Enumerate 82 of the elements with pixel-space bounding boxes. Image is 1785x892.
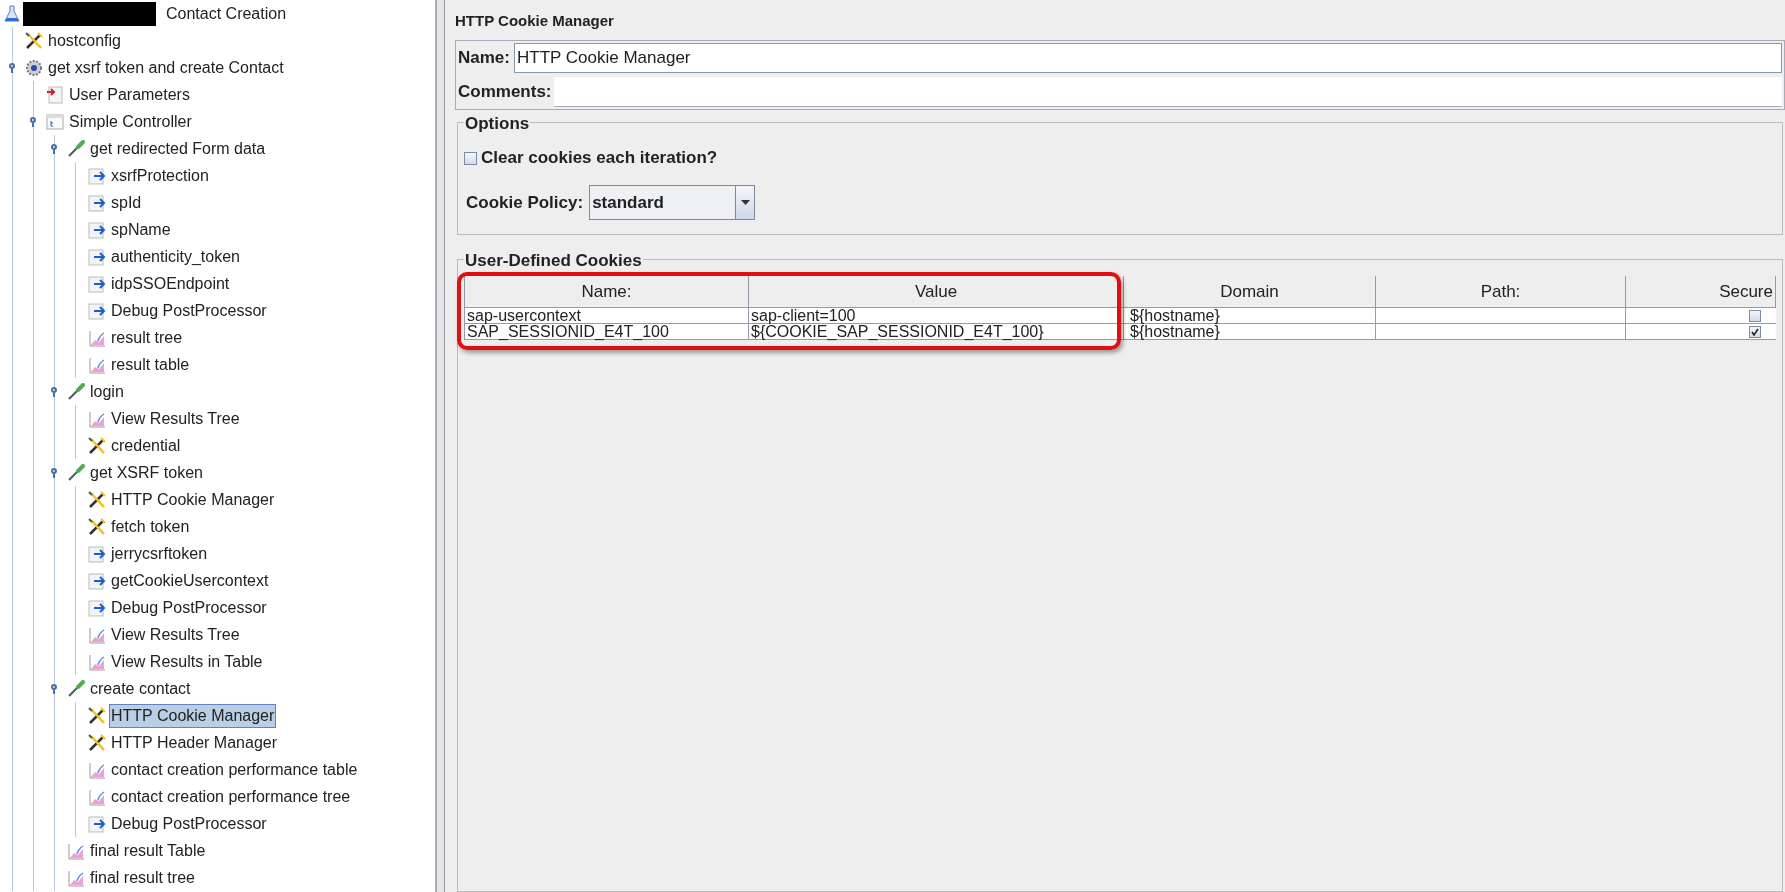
tree-item[interactable]: final result Table <box>88 838 208 863</box>
checkbox[interactable] <box>1749 309 1761 322</box>
tree-item[interactable]: fetch token <box>109 514 192 539</box>
tree-item[interactable]: spName <box>109 217 173 242</box>
tools-icon <box>88 706 106 725</box>
chart-icon <box>88 787 106 806</box>
table-cell: SAP_SESSIONID_E4T_100 <box>465 324 749 339</box>
checkbox[interactable] <box>464 151 477 165</box>
panel-title: HTTP Cookie Manager <box>455 11 615 31</box>
tree-item[interactable]: login <box>88 379 126 404</box>
tree-item[interactable]: result table <box>109 352 192 377</box>
tree-item[interactable]: credential <box>109 433 183 458</box>
tree-item[interactable]: authenticity_token <box>109 244 242 269</box>
tools-icon <box>88 436 106 455</box>
dropper-icon <box>67 382 85 401</box>
column-header[interactable]: Secure <box>1626 276 1776 307</box>
tree-item[interactable]: get XSRF token <box>88 460 205 485</box>
tree-item[interactable]: Contact Creation <box>164 1 289 26</box>
chart-icon <box>88 652 106 671</box>
tree-item[interactable]: View Results Tree <box>109 406 242 431</box>
chart-icon <box>88 355 106 374</box>
tree-item[interactable]: View Results in Table <box>109 649 265 674</box>
tree-item[interactable]: Simple Controller <box>67 109 194 134</box>
chart-icon <box>67 868 85 887</box>
expand-handle-icon[interactable] <box>50 468 58 478</box>
checkbox-label: Clear cookies each iteration? <box>481 147 718 170</box>
name-label: Name: <box>458 47 510 70</box>
caret-icon <box>740 200 750 205</box>
expand-handle-icon[interactable] <box>50 684 58 694</box>
tree-item[interactable]: get redirected Form data <box>88 136 268 161</box>
checkbox[interactable] <box>1749 325 1761 338</box>
table-cell: ${COOKIE_SAP_SESSIONID_E4T_100} <box>749 324 1124 339</box>
tree-item[interactable]: Debug PostProcessor <box>109 811 269 836</box>
tree-item[interactable]: getCookieUsercontext <box>109 568 271 593</box>
expand-handle-icon[interactable] <box>50 387 58 397</box>
tree-item[interactable]: contact creation performance tree <box>109 784 353 809</box>
tree-item[interactable]: spId <box>109 190 144 215</box>
column-header[interactable]: Domain <box>1124 276 1376 307</box>
dropper-icon <box>67 679 85 698</box>
expand-handle-icon[interactable] <box>29 117 37 127</box>
tree-item[interactable]: contact creation performance table <box>109 757 360 782</box>
chart-icon <box>88 760 106 779</box>
cookie-policy-label: Cookie Policy: <box>466 191 584 214</box>
tree-item[interactable]: idpSSOEndpoint <box>109 271 232 296</box>
tools-icon <box>25 31 43 50</box>
tree-item[interactable]: get xsrf token and create Contact <box>46 55 286 80</box>
column-header[interactable]: Name: <box>465 276 749 307</box>
cookie-policy-dropdown[interactable]: standard <box>589 185 756 220</box>
chart-icon <box>88 409 106 428</box>
expand-handle-icon[interactable] <box>50 144 58 154</box>
tree-item[interactable]: xsrfProtection <box>109 163 211 188</box>
tree-item[interactable]: jerrycsrftoken <box>109 541 210 566</box>
expand-handle-icon[interactable] <box>8 63 16 73</box>
comments-field[interactable] <box>553 77 1782 107</box>
tools-icon <box>88 733 106 752</box>
tools-icon <box>88 490 106 509</box>
column-header[interactable]: Value <box>749 276 1124 307</box>
dropper-icon <box>67 463 85 482</box>
tree-item[interactable]: Debug PostProcessor <box>109 595 269 620</box>
chart-icon <box>88 328 106 347</box>
tree-item[interactable]: HTTP Cookie Manager <box>109 703 277 728</box>
tree-item[interactable]: hostconfig <box>46 28 123 53</box>
tree-item[interactable]: final result tree <box>88 865 197 890</box>
flask-icon <box>4 4 20 23</box>
table-cell: ${hostname} <box>1124 324 1376 339</box>
tree-item[interactable]: View Results Tree <box>109 622 242 647</box>
chart-icon <box>67 841 85 860</box>
tools-icon <box>88 517 106 536</box>
chart-icon <box>88 625 106 644</box>
tree-item[interactable]: User Parameters <box>67 82 192 107</box>
window-icon <box>46 112 64 131</box>
tree-item[interactable]: result tree <box>109 325 185 350</box>
tree-item[interactable]: HTTP Cookie Manager <box>109 487 277 512</box>
tree-item[interactable]: Debug PostProcessor <box>109 298 269 323</box>
column-header[interactable]: Path: <box>1376 276 1626 307</box>
tree-item[interactable]: create contact <box>88 676 193 701</box>
tree-item[interactable]: HTTP Header Manager <box>109 730 279 755</box>
dropper-icon <box>67 139 85 158</box>
gear-icon <box>25 58 43 77</box>
comments-label: Comments: <box>458 81 552 104</box>
checkmark-icon <box>1751 327 1759 336</box>
name-field[interactable]: HTTP Cookie Manager <box>513 43 1782 73</box>
